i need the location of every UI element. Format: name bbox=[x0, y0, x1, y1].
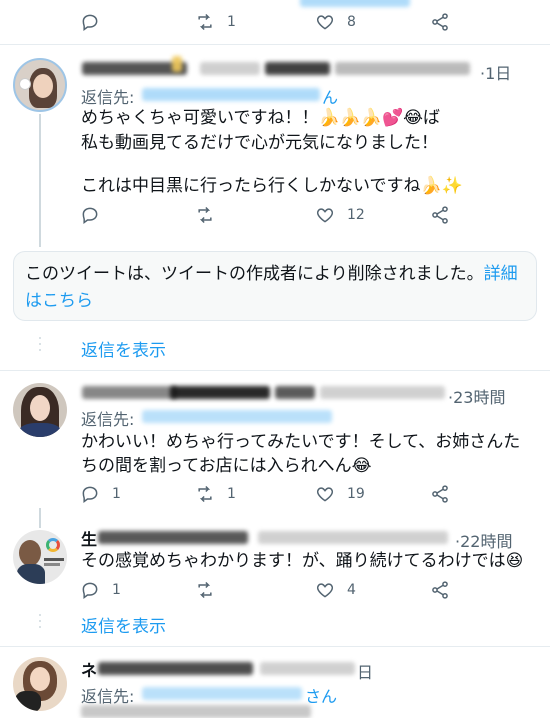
heart-icon bbox=[316, 583, 334, 598]
share-icon bbox=[432, 581, 448, 599]
share-icon bbox=[432, 13, 448, 31]
redacted-text bbox=[300, 0, 410, 7]
thread-line bbox=[39, 114, 41, 247]
reply-icon bbox=[82, 582, 98, 599]
share-button[interactable] bbox=[430, 484, 450, 504]
tweet-line: 私も動画見てるだけで心が元気になりました！ bbox=[81, 133, 438, 153]
retweet-button[interactable]: 1 bbox=[195, 484, 236, 504]
avatar[interactable] bbox=[13, 530, 67, 584]
redacted-handle[interactable] bbox=[142, 687, 302, 700]
tweet-actions: 1 4 bbox=[80, 580, 460, 604]
top-tweet-partial: 1 8 bbox=[0, 0, 550, 44]
reply-handle-suffix[interactable]: さん bbox=[305, 683, 337, 707]
retweet-button[interactable] bbox=[195, 580, 227, 600]
top-tweet-actions: 1 8 bbox=[80, 12, 460, 36]
deleted-message: このツイートは、ツイートの作成者により削除されました。 bbox=[25, 264, 484, 284]
retweet-icon bbox=[198, 13, 212, 31]
redacted-handle[interactable] bbox=[142, 410, 332, 423]
like-button[interactable]: 12 bbox=[315, 205, 365, 225]
reply-handle-suffix[interactable]: ん bbox=[322, 84, 338, 108]
reply-icon bbox=[82, 14, 98, 31]
divider bbox=[0, 370, 550, 371]
reply-icon bbox=[82, 207, 98, 224]
avatar[interactable] bbox=[13, 657, 67, 711]
share-icon bbox=[432, 206, 448, 224]
show-replies-link[interactable]: 返信を表示 bbox=[81, 612, 166, 637]
thread-line bbox=[39, 508, 41, 528]
reply-prefix: 返信先: bbox=[81, 687, 135, 706]
reply-to: 返信先: bbox=[81, 84, 134, 108]
heart-icon bbox=[316, 208, 334, 223]
tweet-actions: 12 bbox=[80, 205, 460, 229]
share-icon bbox=[432, 485, 448, 503]
tweet-actions: 1 1 19 bbox=[80, 484, 460, 508]
deleted-tweet-notice: このツイートは、ツイートの作成者により削除されました。詳細はこちら bbox=[13, 251, 537, 321]
logo-icon bbox=[46, 538, 60, 552]
tweet-line: かわいい！めちゃ行ってみたいです！そして、お姉さんた bbox=[81, 432, 521, 452]
tweet-line: めちゃくちゃ可愛いですね！！🍌🍌🍌💕😂ば bbox=[81, 108, 441, 128]
retweet-icon bbox=[198, 206, 212, 224]
reply-prefix: 返信先: bbox=[81, 88, 135, 107]
divider bbox=[0, 646, 550, 647]
display-name-start: ネ bbox=[81, 661, 98, 680]
tweet-line: これは中目黒に行ったら行くしかないですね🍌✨ bbox=[81, 176, 463, 196]
reply-prefix: 返信先: bbox=[81, 410, 135, 429]
timestamp: 日 bbox=[357, 663, 374, 682]
reply-to: 返信先: bbox=[81, 406, 134, 430]
retweet-icon bbox=[198, 581, 212, 599]
tweet-line: その感覚めちゃわかります！が、踊り続けてるわけでは😆 bbox=[81, 551, 524, 571]
reply-icon bbox=[82, 486, 98, 503]
tweet-time[interactable]: 日 bbox=[357, 659, 373, 683]
like-button[interactable]: 8 bbox=[315, 12, 356, 32]
tweet-time[interactable]: ·1日 bbox=[480, 60, 511, 84]
reply-button[interactable] bbox=[80, 12, 112, 32]
show-replies-link[interactable]: 返信を表示 bbox=[81, 336, 166, 361]
retweet-icon bbox=[198, 485, 212, 503]
like-button[interactable]: 19 bbox=[315, 484, 365, 504]
display-name-start: 生 bbox=[81, 530, 98, 549]
tweet-time[interactable]: ·23時間 bbox=[448, 384, 505, 408]
avatar[interactable] bbox=[13, 58, 67, 112]
share-button[interactable] bbox=[430, 12, 450, 32]
divider bbox=[0, 44, 550, 45]
deleted-notice-text: このツイートは、ツイートの作成者により削除されました。詳細はこちら bbox=[25, 261, 530, 315]
timestamp: 1日 bbox=[485, 64, 512, 83]
share-button[interactable] bbox=[430, 580, 450, 600]
retweet-button[interactable]: 1 bbox=[195, 12, 236, 32]
like-button[interactable]: 4 bbox=[315, 580, 356, 600]
avatar[interactable] bbox=[13, 383, 67, 437]
timestamp: 23時間 bbox=[453, 388, 506, 407]
share-button[interactable] bbox=[430, 205, 450, 225]
redacted-handle[interactable] bbox=[142, 88, 320, 101]
heart-icon bbox=[316, 487, 334, 502]
reply-button[interactable] bbox=[80, 205, 112, 225]
reply-button[interactable]: 1 bbox=[80, 484, 121, 504]
heart-icon bbox=[316, 15, 334, 30]
tweet-line: ちの間を割ってお店には入られへん😂 bbox=[81, 456, 372, 476]
retweet-button[interactable] bbox=[195, 205, 227, 225]
reply-to: 返信先: bbox=[81, 683, 134, 707]
reply-button[interactable]: 1 bbox=[80, 580, 121, 600]
